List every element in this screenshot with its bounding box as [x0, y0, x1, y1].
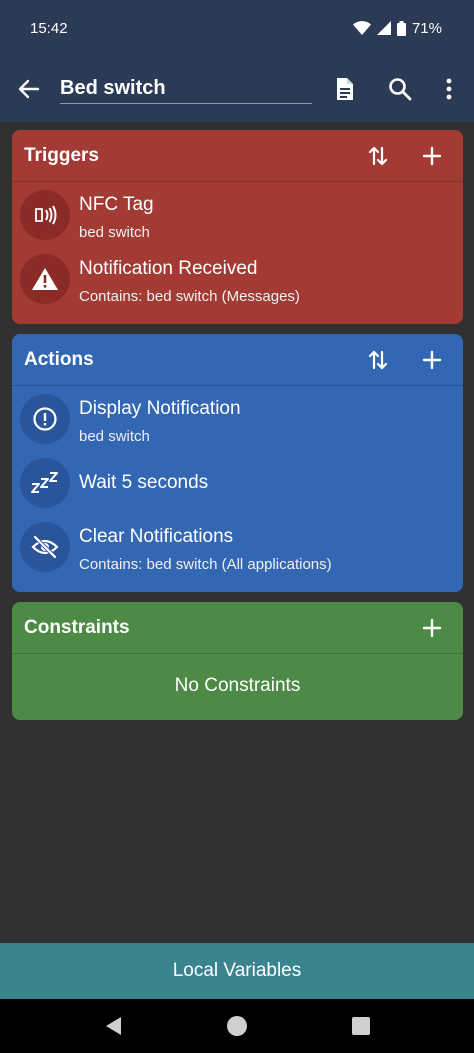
action-item[interactable]: Wait 5 seconds [12, 450, 463, 514]
eye-off-icon [20, 522, 70, 572]
trigger-title: NFC Tag [79, 194, 154, 215]
actions-header: Actions [12, 334, 463, 386]
warning-icon [20, 254, 70, 304]
action-title: Clear Notifications [79, 526, 234, 547]
nfc-icon [20, 190, 70, 240]
wifi-icon [352, 21, 371, 35]
battery-icon [396, 20, 406, 36]
more-vert-icon[interactable] [436, 76, 462, 102]
status-indicators: 71% [352, 19, 442, 37]
nav-home-icon[interactable] [226, 1015, 248, 1037]
add-icon[interactable] [420, 348, 444, 372]
macro-name-field[interactable]: Bed switch [60, 74, 312, 104]
action-subtitle: Contains: bed switch (All applications) [79, 556, 332, 573]
navigation-bar [0, 999, 474, 1053]
alert-circle-icon [20, 394, 70, 444]
action-title: Display Notification [79, 398, 241, 419]
actions-title: Actions [24, 348, 94, 370]
cell-signal-icon [376, 21, 391, 35]
constraints-header: Constraints [12, 602, 463, 654]
macro-name-text: Bed switch [60, 77, 166, 99]
status-bar: 15:42 71% [0, 0, 474, 56]
trigger-title: Notification Received [79, 258, 258, 279]
triggers-title: Triggers [24, 144, 99, 166]
action-item[interactable]: Display Notification bed switch [12, 386, 463, 450]
reorder-icon[interactable] [366, 348, 390, 372]
sleep-zzz-icon [20, 458, 70, 508]
constraints-card: Constraints No Constraints [12, 602, 463, 720]
local-variables-label: Local Variables [172, 960, 302, 981]
action-subtitle: bed switch [79, 428, 150, 445]
actions-card: Actions Display Notification bed switch … [12, 334, 463, 592]
reorder-icon[interactable] [366, 144, 390, 168]
trigger-item[interactable]: Notification Received Contains: bed swit… [12, 246, 463, 310]
document-icon[interactable] [331, 76, 357, 102]
no-constraints-label: No Constraints [174, 675, 301, 696]
trigger-item[interactable]: NFC Tag bed switch [12, 182, 463, 246]
back-arrow-icon[interactable] [16, 76, 42, 102]
add-icon[interactable] [420, 616, 444, 640]
triggers-card: Triggers NFC Tag bed switch Notification… [12, 130, 463, 324]
battery-percent: 71% [411, 19, 442, 37]
trigger-subtitle: Contains: bed switch (Messages) [79, 288, 300, 305]
constraints-title: Constraints [24, 616, 130, 638]
trigger-subtitle: bed switch [79, 224, 150, 241]
action-title: Wait 5 seconds [79, 472, 209, 493]
add-icon[interactable] [420, 144, 444, 168]
local-variables-button[interactable]: Local Variables [0, 943, 474, 999]
search-icon[interactable] [387, 76, 413, 102]
action-item[interactable]: Clear Notifications Contains: bed switch… [12, 514, 463, 578]
nav-recents-icon[interactable] [350, 1015, 372, 1037]
app-bar: Bed switch [0, 56, 474, 122]
triggers-header: Triggers [12, 130, 463, 182]
status-time: 15:42 [30, 19, 68, 37]
nav-back-icon[interactable] [103, 1015, 125, 1037]
